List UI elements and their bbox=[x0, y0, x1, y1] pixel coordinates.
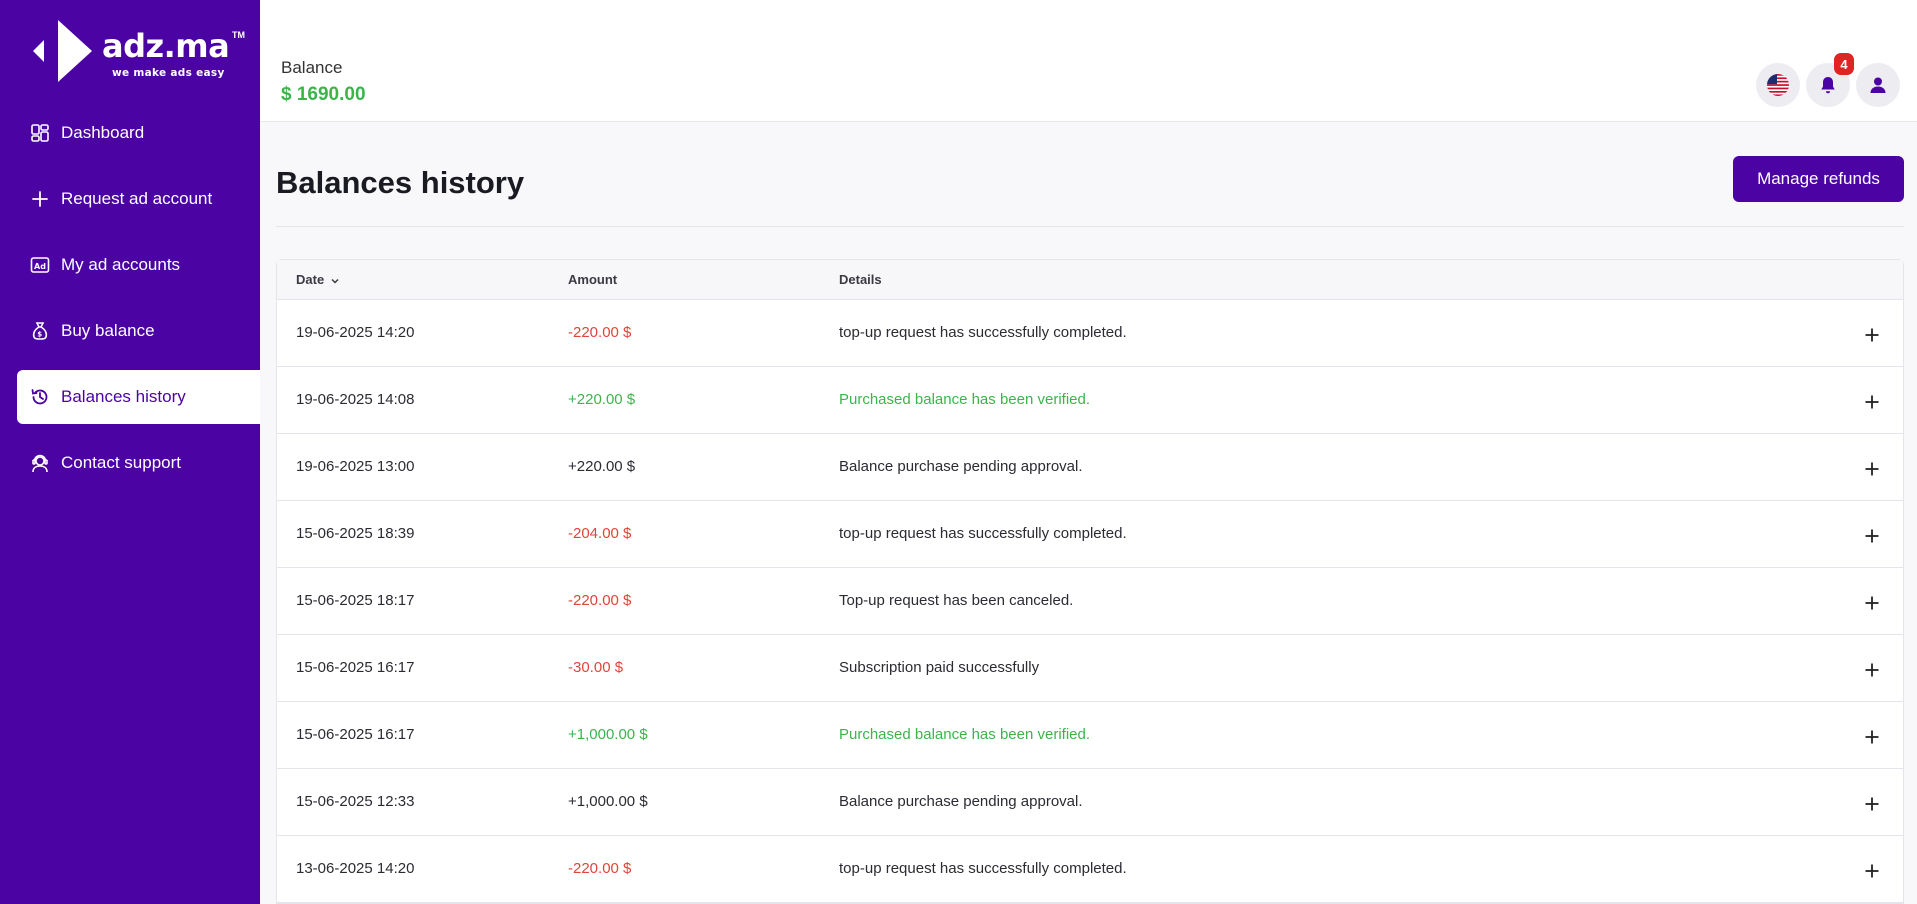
sidebar-item-label: Balances history bbox=[61, 387, 186, 406]
bell-icon bbox=[1821, 77, 1835, 94]
balances-history-table: Date Amount Details 19-06-2025 14:20 -220… bbox=[276, 259, 1904, 904]
sidebar-item-buy-balance[interactable]: $ Buy balance bbox=[17, 304, 260, 358]
expand-row-icon[interactable] bbox=[1861, 324, 1883, 346]
row-date: 15-06-2025 16:17 bbox=[296, 659, 415, 676]
expand-row-icon[interactable] bbox=[1861, 391, 1883, 413]
brand-tagline: we make ads easy bbox=[112, 67, 225, 79]
table-row[interactable]: 13-06-2025 14:20 -220.00 $ top-up request … bbox=[277, 836, 1903, 903]
row-amount: +1,000.00 $ bbox=[568, 793, 648, 810]
table-row[interactable]: 15-06-2025 12:33 +1,000.00 $ Balance purch… bbox=[277, 769, 1903, 836]
row-amount: +220.00 $ bbox=[568, 391, 636, 408]
row-details: top-up request has successfully complete… bbox=[839, 525, 1127, 542]
sidebar-item-label: Contact support bbox=[61, 453, 182, 472]
sidebar: adz.ma we make ads easy TM Dashboard Req… bbox=[0, 0, 260, 904]
row-details: top-up request has successfully complete… bbox=[839, 860, 1127, 877]
row-details: Purchased balance has been verified. bbox=[839, 726, 1091, 743]
column-header-date[interactable]: Date bbox=[296, 272, 340, 287]
column-header-details: Details bbox=[839, 272, 882, 287]
row-amount: -220.00 $ bbox=[568, 592, 632, 609]
row-date: 19-06-2025 13:00 bbox=[296, 458, 415, 475]
column-header-amount: Amount bbox=[568, 272, 618, 287]
sidebar-item-label: My ad accounts bbox=[61, 255, 181, 274]
brand-logo[interactable]: adz.ma we make ads easy TM bbox=[30, 18, 250, 82]
svg-text:$: $ bbox=[37, 331, 42, 339]
expand-row-icon[interactable] bbox=[1861, 860, 1883, 882]
svg-text:Ad: Ad bbox=[34, 262, 46, 271]
table-body: 19-06-2025 14:20 -220.00 $ top-up request … bbox=[277, 300, 1903, 903]
plus-icon bbox=[29, 188, 51, 210]
row-amount: +1,000.00 $ bbox=[568, 726, 648, 743]
brand-name: adz.ma bbox=[102, 27, 230, 65]
balance-label: Balance bbox=[281, 58, 343, 77]
row-amount: -204.00 $ bbox=[568, 525, 632, 542]
title-divider bbox=[276, 226, 1904, 227]
sidebar-nav: Dashboard Request ad account Ad My ad ac… bbox=[0, 106, 260, 502]
table-header: Date Amount Details bbox=[277, 260, 1903, 300]
row-date: 15-06-2025 18:17 bbox=[296, 592, 415, 609]
dashboard-icon bbox=[29, 122, 51, 144]
history-icon bbox=[29, 386, 51, 408]
table-row[interactable]: 15-06-2025 16:17 +1,000.00 $ Purchased bal… bbox=[277, 702, 1903, 769]
sidebar-item-contact-support[interactable]: Contact support bbox=[17, 436, 260, 490]
row-amount: -220.00 $ bbox=[568, 324, 632, 341]
balance-value: $ 1690.00 bbox=[281, 84, 366, 105]
notifications-button[interactable]: 4 bbox=[1806, 53, 1854, 107]
sidebar-item-label: Buy balance bbox=[61, 321, 155, 340]
sidebar-item-label: Dashboard bbox=[61, 123, 145, 142]
row-details: Top-up request has been canceled. bbox=[839, 592, 1074, 609]
expand-row-icon[interactable] bbox=[1861, 793, 1883, 815]
row-amount: -220.00 $ bbox=[568, 860, 632, 877]
support-agent-icon bbox=[29, 452, 51, 474]
row-date: 15-06-2025 12:33 bbox=[296, 793, 415, 810]
logo-mark-icon bbox=[33, 20, 92, 82]
brand-trademark: TM bbox=[232, 30, 245, 40]
row-amount: +220.00 $ bbox=[568, 458, 636, 475]
sidebar-item-label: Request ad account bbox=[61, 189, 213, 208]
row-date: 19-06-2025 14:20 bbox=[296, 324, 415, 341]
row-details: Subscription paid successfully bbox=[839, 659, 1040, 676]
row-details: Purchased balance has been verified. bbox=[839, 391, 1091, 408]
table-row[interactable]: 15-06-2025 18:17 -220.00 $ Top-up request … bbox=[277, 568, 1903, 635]
table-row[interactable]: 15-06-2025 18:39 -204.00 $ top-up request … bbox=[277, 501, 1903, 568]
row-amount: -30.00 $ bbox=[568, 659, 624, 676]
manage-refunds-button[interactable]: Manage refunds bbox=[1733, 156, 1904, 202]
user-menu-button[interactable] bbox=[1856, 63, 1900, 107]
top-header: Balance $ 1690.00 4 bbox=[260, 0, 1917, 122]
chevron-down-icon bbox=[331, 278, 339, 284]
row-details: Balance purchase pending approval. bbox=[839, 458, 1083, 475]
table-row[interactable]: 19-06-2025 13:00 +220.00 $ Balance purchas… bbox=[277, 434, 1903, 501]
page-title: Balances history bbox=[276, 165, 525, 200]
sidebar-item-request-ad-account[interactable]: Request ad account bbox=[17, 172, 260, 226]
sidebar-item-balances-history[interactable]: Balances history bbox=[17, 370, 260, 424]
row-details: Balance purchase pending approval. bbox=[839, 793, 1083, 810]
row-date: 19-06-2025 14:08 bbox=[296, 391, 415, 408]
expand-row-icon[interactable] bbox=[1861, 458, 1883, 480]
expand-row-icon[interactable] bbox=[1861, 592, 1883, 614]
us-flag-icon bbox=[1767, 74, 1789, 96]
sidebar-item-my-ad-accounts[interactable]: Ad My ad accounts bbox=[17, 238, 260, 292]
expand-row-icon[interactable] bbox=[1861, 525, 1883, 547]
ad-icon: Ad bbox=[29, 254, 51, 276]
row-date: 15-06-2025 16:17 bbox=[296, 726, 415, 743]
notification-count-badge: 4 bbox=[1834, 53, 1854, 75]
expand-row-icon[interactable] bbox=[1861, 726, 1883, 748]
row-date: 13-06-2025 14:20 bbox=[296, 860, 415, 877]
table-row[interactable]: 19-06-2025 14:20 -220.00 $ top-up request … bbox=[277, 300, 1903, 367]
language-button[interactable] bbox=[1756, 63, 1800, 107]
user-icon bbox=[1870, 77, 1886, 93]
table-row[interactable]: 19-06-2025 14:08 +220.00 $ Purchased balan… bbox=[277, 367, 1903, 434]
row-date: 15-06-2025 18:39 bbox=[296, 525, 415, 542]
expand-row-icon[interactable] bbox=[1861, 659, 1883, 681]
money-bag-icon: $ bbox=[29, 320, 51, 342]
sidebar-item-dashboard[interactable]: Dashboard bbox=[17, 106, 260, 160]
row-details: top-up request has successfully complete… bbox=[839, 324, 1127, 341]
table-row[interactable]: 15-06-2025 16:17 -30.00 $ Subscription pai… bbox=[277, 635, 1903, 702]
